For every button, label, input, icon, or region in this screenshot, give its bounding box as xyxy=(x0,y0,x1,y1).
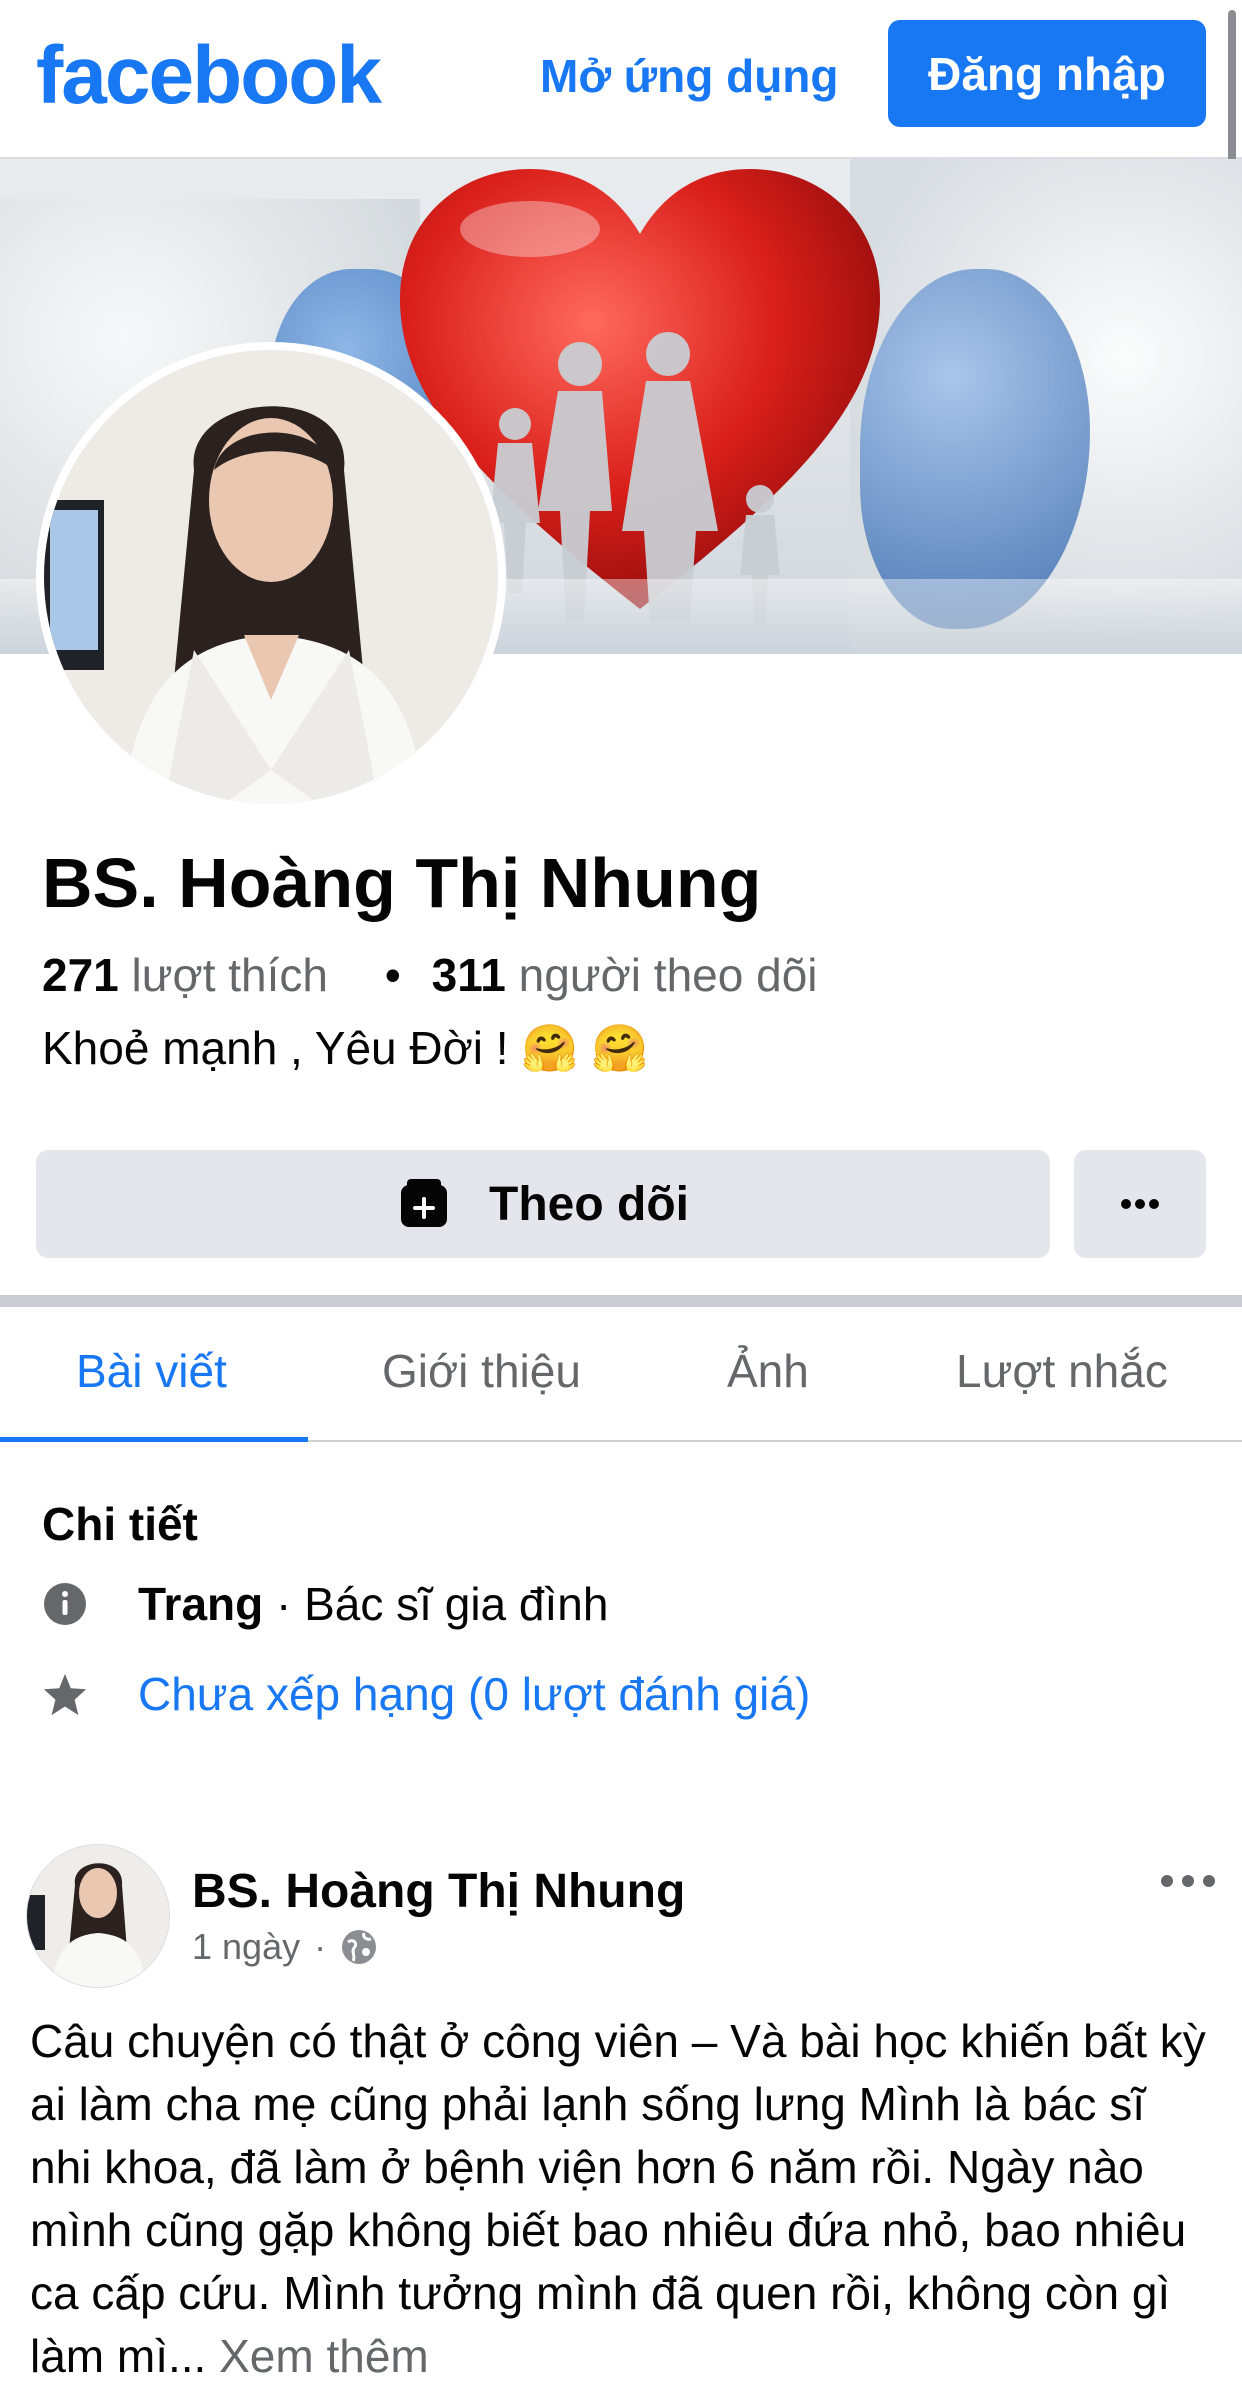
rating-link[interactable]: Chưa xếp hạng (0 lượt đánh giá) xyxy=(138,1662,810,1726)
tab-mentions[interactable]: Lượt nhắc xyxy=(956,1336,1168,1406)
page-more-button[interactable] xyxy=(1074,1150,1206,1258)
post-body: Câu chuyện có thật ở công viên – Và bài … xyxy=(30,2010,1210,2388)
more-icon xyxy=(1121,1199,1159,1209)
login-button[interactable]: Đăng nhập xyxy=(888,20,1206,127)
more-icon xyxy=(1161,1875,1215,1887)
likes-label: lượt thích xyxy=(131,949,328,1001)
tab-photos[interactable]: Ảnh xyxy=(727,1336,809,1406)
facebook-logo[interactable]: facebook xyxy=(36,26,382,126)
follow-button[interactable]: Theo dõi xyxy=(36,1150,1050,1258)
stats-separator: • xyxy=(384,949,401,1001)
active-tab-indicator xyxy=(0,1437,308,1442)
page-category: · Bác sĩ gia đình xyxy=(263,1578,609,1630)
post-author-avatar[interactable] xyxy=(26,1844,170,1988)
tab-posts[interactable]: Bài viết xyxy=(76,1336,227,1406)
info-icon xyxy=(42,1581,88,1627)
post-avatar-photo xyxy=(27,1845,169,1987)
post-meta-separator: · xyxy=(314,1926,327,1967)
follow-icon xyxy=(401,1179,448,1227)
profile-photo xyxy=(44,350,498,804)
globe-icon xyxy=(342,1930,377,1964)
section-divider xyxy=(0,1295,1242,1307)
page-type: Trang xyxy=(138,1578,264,1630)
post-more-button[interactable] xyxy=(1160,1874,1216,1893)
follow-button-label: Theo dõi xyxy=(489,1177,689,1231)
post-meta: 1 ngày · xyxy=(192,1920,378,1974)
page-title: BS. Hoàng Thị Nhung xyxy=(42,844,762,922)
likes-count: 271 xyxy=(42,949,119,1001)
post-text: Câu chuyện có thật ở công viên – Và bài … xyxy=(30,2015,1206,2382)
post-author-name[interactable]: BS. Hoàng Thị Nhung xyxy=(192,1862,685,1922)
page-bio: Khoẻ mạnh , Yêu Đời ! 🤗 🤗 xyxy=(42,1022,649,1074)
see-more-link[interactable]: Xem thêm xyxy=(219,2330,429,2382)
followers-label: người theo dõi xyxy=(518,949,818,1001)
page-stats: 271 lượt thích • 311 người theo dõi xyxy=(42,945,818,1005)
star-icon xyxy=(42,1671,88,1717)
profile-avatar[interactable] xyxy=(36,342,506,812)
details-heading: Chi tiết xyxy=(42,1498,198,1550)
tab-about[interactable]: Giới thiệu xyxy=(382,1336,581,1406)
post-time[interactable]: 1 ngày xyxy=(192,1920,300,1974)
followers-count: 311 xyxy=(431,949,506,1001)
page-category-row: Trang · Bác sĩ gia đình xyxy=(42,1572,608,1636)
rating-row[interactable]: Chưa xếp hạng (0 lượt đánh giá) xyxy=(42,1662,810,1726)
open-app-link[interactable]: Mở ứng dụng xyxy=(540,44,838,108)
doctor-portrait xyxy=(44,350,498,804)
